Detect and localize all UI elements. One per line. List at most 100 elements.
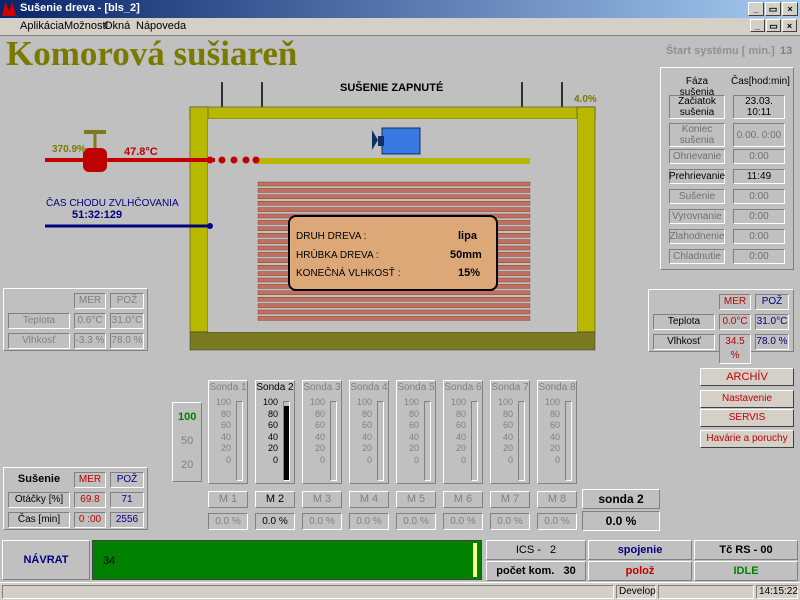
probe-7[interactable]: Sonda 7 100 80 60 40 20 0	[490, 380, 530, 484]
count-cell: počet kom. 30	[486, 561, 586, 581]
wood-moisture-label: KONEČNÁ VLHKOSŤ :	[296, 268, 401, 279]
phase-value-ohrievanie: 0:00	[749, 151, 769, 162]
probe-2[interactable]: Sonda 2 100 80 60 40 20 0	[255, 380, 295, 484]
status-time: 14:15:22	[756, 585, 798, 599]
probe-percent: 0.0 %	[302, 513, 342, 530]
probe-m-button[interactable]: M 6	[443, 491, 483, 508]
poloz-button[interactable]: polož	[588, 561, 692, 581]
menu-napoveda[interactable]: Nápoveda	[136, 20, 186, 32]
valve-pct: 370.9%	[52, 144, 86, 155]
probe-m-button[interactable]: M 7	[490, 491, 530, 508]
phase-label-prehrievanie: Prehrievanie	[668, 171, 726, 182]
probe-tick: 80	[361, 408, 372, 419]
probe-percent: 0.0 %	[255, 513, 295, 530]
menu-okna[interactable]: Okná	[104, 20, 130, 32]
child-close-button[interactable]: ×	[782, 19, 797, 32]
drying-otacky-mer: 69.8	[74, 492, 106, 508]
left-mer-header: MER	[74, 293, 106, 309]
child-minimize-button[interactable]: _	[750, 19, 765, 32]
right-vlhkost-mer: 34.5 %	[719, 334, 751, 364]
probe-tick: 80	[267, 408, 278, 419]
probe-m-button[interactable]: M 8	[537, 491, 577, 508]
probe-tick: 100	[497, 397, 513, 407]
probe-tick: 80	[220, 408, 231, 419]
right-teplota-mer: 0.0°C	[719, 314, 751, 330]
probe-1[interactable]: Sonda 1 100 80 60 40 20 0	[208, 380, 248, 484]
probe-tick: 100	[544, 397, 560, 407]
probe-bar	[471, 401, 478, 481]
selected-probe-name: sonda 2	[582, 489, 660, 509]
wood-plank	[257, 188, 531, 193]
probe-bar	[424, 401, 431, 481]
probe-tick: 100	[356, 397, 372, 407]
probe-tick: 40	[267, 431, 278, 442]
phase-value-zlahodnenie: 0:00	[749, 231, 769, 242]
phase-label-zaciatok: Začiatok sušenia	[678, 96, 716, 118]
probe-scale: 100 80 60 40 20 0	[446, 397, 466, 467]
maximize-button[interactable]: ▭	[765, 2, 781, 16]
wood-plank	[257, 296, 531, 302]
probe-m-button[interactable]: M 2	[255, 491, 295, 508]
phase-label-chladnutie: Chladnutie	[673, 251, 721, 262]
page-title: Komorová sušiareň	[6, 34, 298, 73]
menu-aplikacia[interactable]: Aplikácia	[20, 20, 64, 32]
navrat-button[interactable]: NÁVRAT	[2, 540, 90, 580]
minimize-button[interactable]: _	[748, 2, 764, 16]
probe-tick: 100	[309, 397, 325, 407]
spojenie-button[interactable]: spojenie	[588, 540, 692, 560]
probe-bar	[518, 401, 525, 481]
left-teplota-poz: 31.0°C	[110, 313, 144, 329]
probe-m-button[interactable]: M 5	[396, 491, 436, 508]
probe-6[interactable]: Sonda 6 100 80 60 40 20 0	[443, 380, 483, 484]
probe-tick: 0	[413, 454, 419, 465]
phase-value-chladnutie: 0:00	[749, 251, 769, 262]
wood-info-panel: DRUH DREVA : HRÚBKA DREVA : KONEČNÁ VLHK…	[288, 215, 498, 291]
probe-label: Sonda 2	[256, 382, 294, 393]
start-value: 13	[780, 45, 793, 57]
havarie-button[interactable]: Havárie a poruchy	[700, 430, 794, 448]
probe-tick: 40	[314, 431, 325, 442]
archiv-button[interactable]: ARCHÍV	[700, 368, 794, 386]
servis-button[interactable]: SERVIS	[700, 409, 794, 427]
probe-4[interactable]: Sonda 4 100 80 60 40 20 0	[349, 380, 389, 484]
wood-plank	[257, 309, 531, 315]
probe-tick: 20	[314, 443, 325, 454]
probe-scale: 100 80 60 40 20 0	[305, 397, 325, 467]
probe-tick: 0	[225, 454, 231, 465]
phase-value-vyrovnanie: 0:00	[749, 211, 769, 222]
close-button[interactable]: ×	[782, 2, 798, 16]
probe-scale: 100 80 60 40 20 0	[258, 397, 278, 467]
probe-8[interactable]: Sonda 8 100 80 60 40 20 0	[537, 380, 577, 484]
probe-tick: 100	[262, 397, 278, 407]
scale-100[interactable]: 100	[178, 411, 196, 423]
left-poz-header: POŽ	[110, 293, 144, 309]
scale-50[interactable]: 50	[181, 435, 193, 447]
probe-scale: 100 80 60 40 20 0	[493, 397, 513, 467]
probe-label: Sonda 3	[303, 382, 341, 393]
probe-m-button[interactable]: M 3	[302, 491, 342, 508]
time-col-header: Čas[hod:min]	[731, 76, 790, 87]
probe-tick: 80	[408, 408, 419, 419]
probe-m-button[interactable]: M 1	[208, 491, 248, 508]
probe-tick: 20	[267, 443, 278, 454]
wood-plank	[257, 303, 531, 308]
probe-bar-fill	[284, 405, 289, 480]
humidifier-time: 51:32:129	[72, 209, 123, 221]
probe-5[interactable]: Sonda 5 100 80 60 40 20 0	[396, 380, 436, 484]
probe-3[interactable]: Sonda 3 100 80 60 40 20 0	[302, 380, 342, 484]
right-teplota-label: Teplota	[653, 314, 715, 330]
child-restore-button[interactable]: ▭	[766, 19, 781, 32]
parameters-button[interactable]: Nastavenie parametrov	[700, 390, 794, 420]
start-label: Štart systému [ min.]	[666, 45, 775, 57]
probe-tick: 80	[314, 408, 325, 419]
drying-mer-header: MER	[74, 472, 106, 488]
probe-bar	[377, 401, 384, 481]
probe-tick: 100	[215, 397, 231, 407]
menu-moznosti[interactable]: Možnosti	[64, 20, 108, 32]
scale-20[interactable]: 20	[181, 459, 193, 471]
left-vlhkost-label: Vlhkosť	[8, 333, 70, 349]
left-measure-table: MER POŽ Teplota 0.6°C 31.0°C Vlhkosť -3.…	[3, 288, 148, 351]
probe-tick: 60	[549, 420, 560, 431]
probe-percent: 0.0 %	[537, 513, 577, 530]
probe-m-button[interactable]: M 4	[349, 491, 389, 508]
